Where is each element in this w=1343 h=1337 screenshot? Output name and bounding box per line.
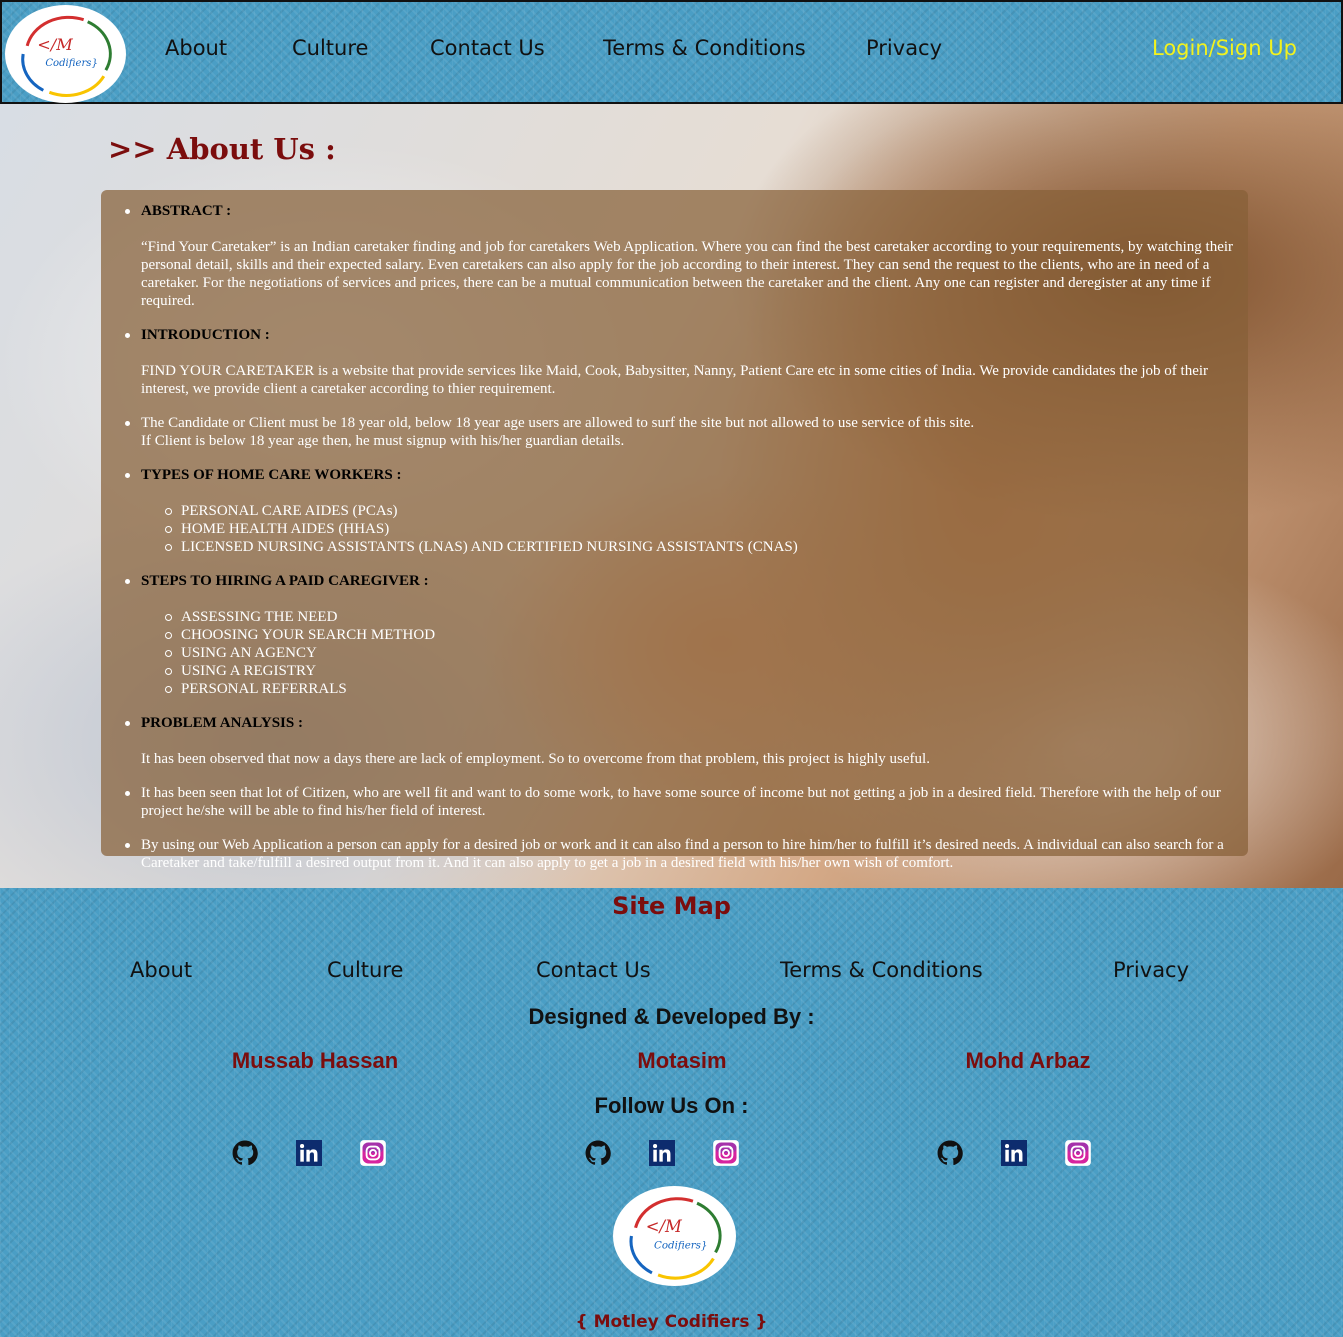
linkedin-icon[interactable] (647, 1138, 677, 1168)
github-icon[interactable] (583, 1138, 613, 1168)
footer-link-about[interactable]: About (130, 958, 192, 982)
list-item-citizen: It has been seen that lot of Citizen, wh… (123, 784, 1253, 820)
steps-list-item: CHOOSING YOUR SEARCH METHOD (163, 626, 1253, 644)
about-section: >> About Us : ABSTRACT : “Find Your Care… (0, 104, 1343, 888)
footer-link-terms-conditions[interactable]: Terms & Conditions (780, 958, 983, 982)
footer-link-contact-us[interactable]: Contact Us (536, 958, 651, 982)
linkedin-icon[interactable] (294, 1138, 324, 1168)
developer-name: Motasim (637, 1048, 727, 1073)
steps-list-item: ASSESSING THE NEED (163, 608, 1253, 626)
footer-logo[interactable]: </M Codifiers} (613, 1186, 736, 1286)
footer-link-culture[interactable]: Culture (327, 958, 403, 982)
problem-heading: PROBLEM ANALYSIS : (141, 715, 303, 731)
nav-contact-us[interactable]: Contact Us (430, 36, 545, 60)
types-list-item: PERSONAL CARE AIDES (PCAs) (163, 502, 1253, 520)
age-rule-line-2: If Client is below 18 year age then, he … (141, 433, 625, 449)
list-item-age-rule: The Candidate or Client must be 18 year … (123, 414, 1253, 450)
list-item-types: TYPES OF HOME CARE WORKERS : PERSONAL CA… (123, 466, 1253, 556)
logo-icon: </M Codifiers} (629, 1197, 722, 1280)
page-title: >> About Us : (108, 132, 336, 166)
follow-us-title: Follow Us On : (594, 1093, 749, 1118)
footer-link-privacy[interactable]: Privacy (1113, 958, 1189, 982)
instagram-icon[interactable] (1063, 1138, 1093, 1168)
nav-culture[interactable]: Culture (292, 36, 368, 60)
abstract-text: “Find Your Caretaker” is an Indian caret… (141, 239, 1234, 309)
logo-icon: </M Codifiers} (21, 15, 112, 97)
steps-list-item: PERSONAL REFERRALS (163, 680, 1253, 698)
brand-name: { Motley Codifiers } (575, 1312, 768, 1332)
instagram-icon[interactable] (711, 1138, 741, 1168)
logo-mark: </M (37, 35, 73, 54)
developer-name: Mussab Hassan (231, 1048, 399, 1073)
developer-name: Mohd Arbaz (965, 1048, 1091, 1073)
list-item-introduction: INTRODUCTION : FIND YOUR CARETAKER is a … (123, 326, 1253, 398)
site-footer: Site Map About Culture Contact Us Terms … (0, 888, 1343, 1337)
steps-list: ASSESSING THE NEED CHOOSING YOUR SEARCH … (163, 608, 1253, 698)
types-list: PERSONAL CARE AIDES (PCAs) HOME HEALTH A… (163, 502, 1253, 556)
nav-terms-conditions[interactable]: Terms & Conditions (603, 36, 806, 60)
types-list-item: LICENSED NURSING ASSISTANTS (LNAS) AND C… (163, 538, 1253, 556)
intro-heading: INTRODUCTION : (141, 327, 270, 343)
list-item-problem: PROBLEM ANALYSIS : It has been observed … (123, 714, 1253, 768)
steps-heading: STEPS TO HIRING A PAID CAREGIVER : (141, 573, 429, 589)
types-heading: TYPES OF HOME CARE WORKERS : (141, 467, 402, 483)
nav-about[interactable]: About (165, 36, 227, 60)
linkedin-icon[interactable] (999, 1138, 1029, 1168)
steps-list-item: USING A REGISTRY (163, 662, 1253, 680)
steps-list-item: USING AN AGENCY (163, 644, 1253, 662)
site-header: </M Codifiers} About Culture Contact Us … (0, 0, 1343, 104)
header-logo[interactable]: </M Codifiers} (5, 5, 126, 103)
logo-mark: </M (646, 1217, 683, 1236)
abstract-heading: ABSTRACT : (141, 203, 232, 219)
logo-text: Codifiers} (45, 58, 98, 69)
nav-privacy[interactable]: Privacy (866, 36, 942, 60)
github-icon[interactable] (230, 1138, 260, 1168)
designed-by-title: Designed & Developed By : (528, 1004, 815, 1029)
intro-text: FIND YOUR CARETAKER is a website that pr… (141, 363, 1209, 397)
list-item-abstract: ABSTRACT : “Find Your Caretaker” is an I… (123, 202, 1253, 310)
age-rule-line-1: The Candidate or Client must be 18 year … (141, 415, 975, 431)
instagram-icon[interactable] (358, 1138, 388, 1168)
list-item-steps: STEPS TO HIRING A PAID CAREGIVER : ASSES… (123, 572, 1253, 698)
webapp-text: By using our Web Application a person ca… (141, 837, 1224, 871)
github-icon[interactable] (935, 1138, 965, 1168)
login-signup-link[interactable]: Login/Sign Up (1152, 36, 1297, 60)
problem-text: It has been observed that now a days the… (141, 751, 930, 767)
about-content-list: ABSTRACT : “Find Your Caretaker” is an I… (123, 190, 1253, 888)
types-list-item: HOME HEALTH AIDES (HHAS) (163, 520, 1253, 538)
citizen-text: It has been seen that lot of Citizen, wh… (141, 785, 1221, 819)
list-item-webapp: By using our Web Application a person ca… (123, 836, 1253, 872)
logo-text: Codifiers} (654, 1239, 707, 1251)
sitemap-title: Site Map (612, 892, 731, 920)
